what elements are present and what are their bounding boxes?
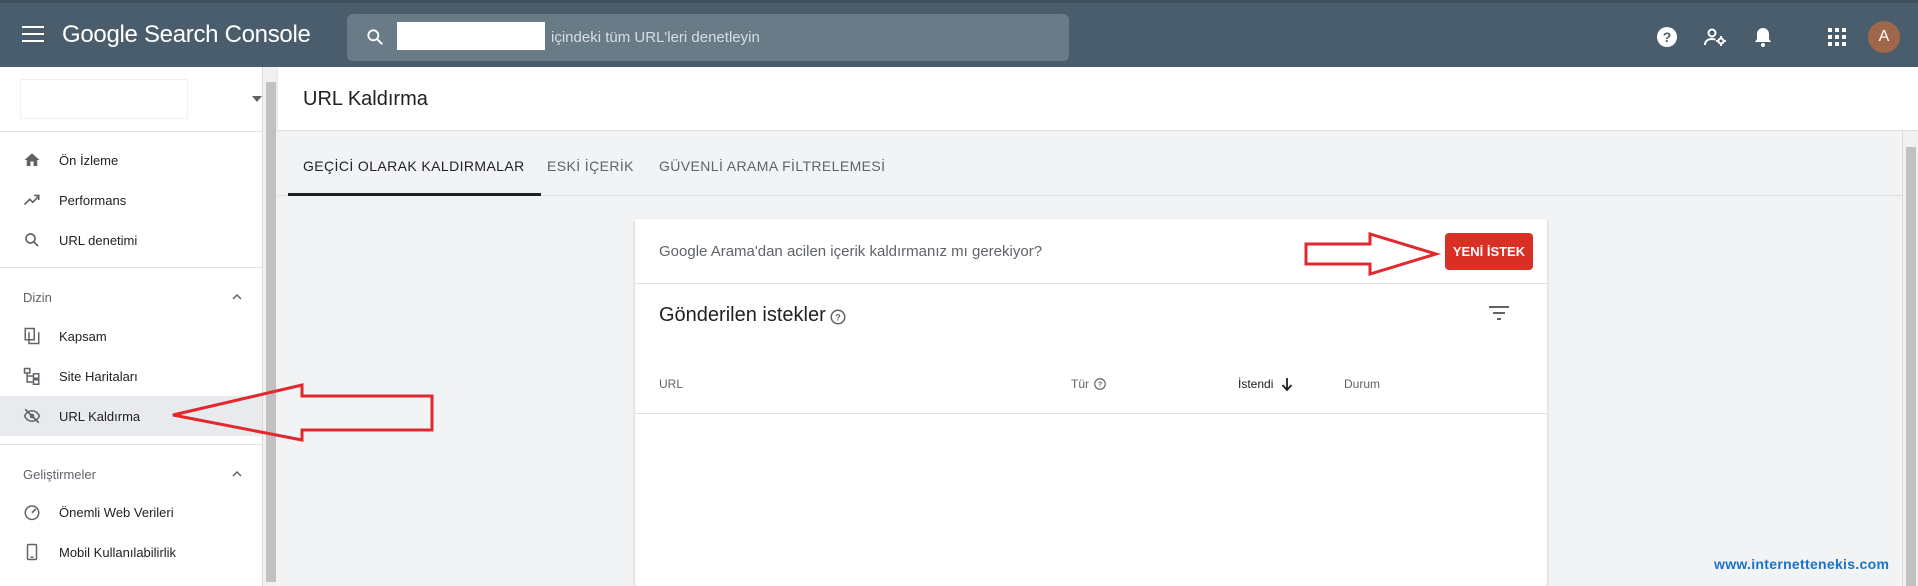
sidebar-item-label: Performans	[59, 193, 127, 208]
column-header-type[interactable]: Tür	[1071, 377, 1089, 391]
manage-users-icon[interactable]	[1703, 25, 1727, 49]
svg-text:?: ?	[1098, 382, 1102, 389]
chevron-up-icon[interactable]	[231, 468, 243, 480]
notifications-icon[interactable]	[1751, 25, 1775, 49]
top-app-bar: Google Search Console içindeki tüm URL'l…	[0, 0, 1918, 67]
sidebar-item-core-web-vitals[interactable]: Önemli Web Verileri	[0, 492, 262, 532]
annotation-arrow-right	[1304, 231, 1442, 277]
sidebar-divider	[0, 444, 262, 445]
urgent-removal-prompt: Google Arama'dan acilen içerik kaldırman…	[659, 243, 1043, 260]
sidebar-scrollbar[interactable]	[262, 67, 278, 586]
sidebar-item-label: Site Haritaları	[59, 369, 138, 384]
sidebar-item-label: Önemli Web Verileri	[59, 505, 174, 520]
pages-icon	[24, 327, 40, 345]
column-header-status[interactable]: Durum	[1344, 377, 1380, 391]
removal-tabs: GEÇİCİ OLARAK KALDIRMALAR ESKİ İÇERİK GÜ…	[278, 131, 1902, 196]
sidebar-item-label: Ön İzleme	[59, 153, 119, 168]
content-scrollbar-thumb[interactable]	[1906, 147, 1916, 586]
sort-arrow-down-icon[interactable]	[1280, 376, 1294, 392]
content-scrollbar[interactable]	[1902, 131, 1918, 586]
sidebar-item-coverage[interactable]: Kapsam	[0, 316, 262, 356]
main-content: GEÇİCİ OLARAK KALDIRMALAR ESKİ İÇERİK GÜ…	[278, 131, 1902, 586]
redacted-property	[20, 79, 188, 119]
sidebar-scrollbar-thumb[interactable]	[266, 82, 276, 582]
tab-temporary-removals[interactable]: GEÇİCİ OLARAK KALDIRMALAR	[303, 158, 525, 174]
search-placeholder: içindeki tüm URL'leri denetleyin	[551, 29, 760, 46]
filter-icon[interactable]	[1487, 304, 1511, 322]
watermark-text: www.internettenekis.com	[1714, 556, 1890, 572]
redacted-domain	[397, 22, 545, 50]
sidebar-item-label: URL Kaldırma	[59, 409, 141, 424]
tab-safesearch-filtering[interactable]: GÜVENLİ ARAMA FİLTRELEMESİ	[659, 158, 885, 174]
page-header: URL Kaldırma	[278, 67, 1918, 131]
sidebar-item-overview[interactable]: Ön İzleme	[0, 140, 262, 180]
tab-outdated-content[interactable]: ESKİ İÇERİK	[547, 158, 634, 174]
account-avatar[interactable]: A	[1868, 21, 1900, 53]
logo-product: Search Console	[143, 21, 311, 48]
help-outline-icon[interactable]: ?	[1093, 377, 1107, 391]
url-inspect-search-bar[interactable]: içindeki tüm URL'leri denetleyin	[347, 14, 1069, 61]
active-tab-indicator	[288, 193, 541, 196]
help-outline-icon[interactable]: ?	[829, 308, 847, 326]
sidebar-item-performance[interactable]: Performans	[0, 180, 262, 220]
sidebar-item-mobile-usability[interactable]: Mobil Kullanılabilirlik	[0, 532, 262, 572]
section-header-enhancements: Geliştirmeler	[23, 467, 96, 482]
search-icon	[25, 233, 39, 247]
help-icon[interactable]: ?	[1655, 25, 1679, 49]
search-icon	[367, 29, 383, 45]
annotation-arrow-left	[172, 383, 434, 442]
home-icon	[24, 153, 40, 166]
new-request-button[interactable]: YENİ İSTEK	[1445, 233, 1533, 270]
column-header-requested[interactable]: İstendi	[1238, 377, 1273, 391]
main-menu-icon[interactable]	[22, 26, 44, 44]
app-logo[interactable]: Google Search Console	[62, 21, 311, 49]
svg-text:?: ?	[1663, 29, 1672, 45]
sidebar-item-label: Kapsam	[59, 329, 107, 344]
section-header-index: Dizin	[23, 290, 52, 305]
column-header-url[interactable]: URL	[659, 377, 683, 391]
chevron-up-icon[interactable]	[231, 291, 243, 303]
eye-off-icon	[23, 408, 41, 424]
apps-grid-icon[interactable]	[1825, 25, 1849, 49]
page-title: URL Kaldırma	[303, 88, 428, 110]
sidebar-item-label: URL denetimi	[59, 233, 138, 248]
sidebar-item-label: Mobil Kullanılabilirlik	[59, 545, 177, 560]
sidebar-divider	[0, 267, 262, 268]
card-divider	[635, 283, 1547, 284]
table-header-divider	[635, 413, 1547, 414]
sitemap-icon	[23, 367, 40, 385]
dropdown-caret-icon	[252, 96, 262, 102]
svg-text:?: ?	[835, 312, 841, 322]
sidebar-nav: Ön İzleme Performans URL denetimi Dizin …	[0, 67, 278, 586]
logo-google: Google	[62, 21, 138, 48]
sidebar-item-url-inspection[interactable]: URL denetimi	[0, 220, 262, 260]
gauge-icon	[24, 505, 40, 521]
trending-up-icon	[23, 194, 40, 206]
property-selector[interactable]	[0, 67, 278, 132]
submitted-requests-title: Gönderilen istekler	[659, 304, 826, 326]
phone-icon	[26, 543, 38, 561]
